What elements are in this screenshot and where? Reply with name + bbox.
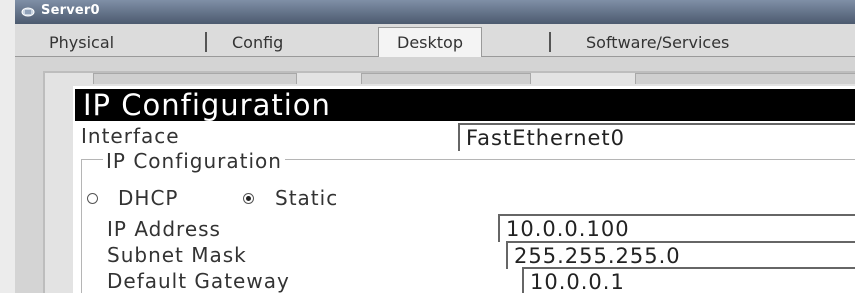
window-title: Server0 bbox=[41, 3, 100, 18]
tab-separator bbox=[549, 32, 551, 52]
desktop-app-button[interactable] bbox=[361, 73, 531, 84]
tab-bar: Physical Config Desktop Software/Service… bbox=[15, 24, 855, 57]
ip-configuration-panel: IP Configuration Interface FastEthernet0… bbox=[73, 86, 855, 293]
tab-physical[interactable]: Physical bbox=[49, 33, 114, 52]
interface-select[interactable]: FastEthernet0 bbox=[458, 123, 855, 151]
subnet-mask-input[interactable]: 255.255.255.0 bbox=[506, 241, 855, 269]
dhcp-label[interactable]: DHCP bbox=[118, 186, 178, 210]
ip-address-input[interactable]: 10.0.0.100 bbox=[498, 214, 855, 242]
tab-desktop[interactable]: Desktop bbox=[378, 27, 482, 57]
server-icon bbox=[21, 7, 35, 17]
default-gateway-input[interactable]: 10.0.0.1 bbox=[522, 267, 855, 293]
desktop-app-button[interactable] bbox=[635, 73, 855, 84]
dhcp-radio[interactable] bbox=[87, 193, 98, 204]
tab-software-services[interactable]: Software/Services bbox=[586, 33, 729, 52]
desktop-app-button[interactable] bbox=[93, 73, 297, 84]
server-window: Server0 Physical Config Desktop Software… bbox=[0, 0, 855, 293]
subnet-mask-label: Subnet Mask bbox=[107, 243, 247, 267]
interface-label: Interface bbox=[81, 124, 180, 148]
static-label[interactable]: Static bbox=[275, 186, 338, 210]
default-gateway-label: Default Gateway bbox=[107, 269, 290, 293]
ip-address-label: IP Address bbox=[107, 217, 221, 241]
tab-separator bbox=[205, 32, 207, 52]
title-bar: Server0 bbox=[15, 0, 855, 24]
ip-config-group-label: IP Configuration bbox=[103, 149, 285, 173]
tab-config[interactable]: Config bbox=[232, 33, 283, 52]
panel-title: IP Configuration bbox=[75, 89, 855, 121]
static-radio[interactable] bbox=[243, 193, 254, 204]
